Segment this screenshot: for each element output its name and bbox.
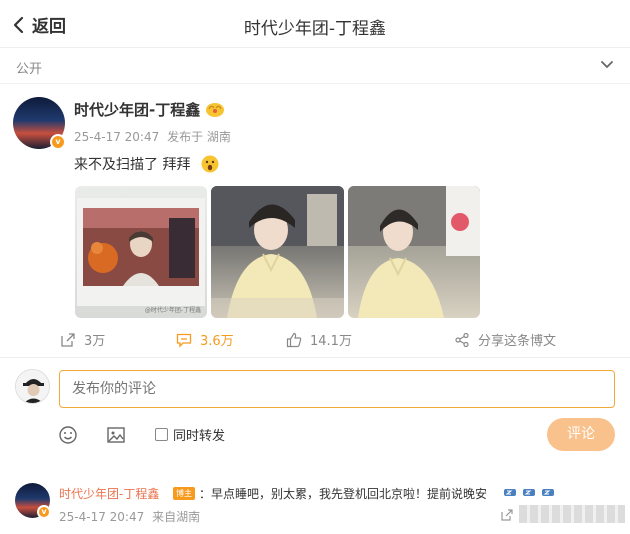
post-action-bar: 3万 3.6万 14.1万 分享这条博文 xyxy=(0,324,630,354)
visibility-bar[interactable]: 公开 xyxy=(0,48,630,84)
repost-checkbox[interactable] xyxy=(155,428,168,441)
page-title: 时代少年团-丁程鑫 xyxy=(243,19,387,39)
user-avatar[interactable] xyxy=(15,369,50,404)
post-image-1[interactable]: @时代少年团-丁程鑫 xyxy=(75,186,207,318)
comment-share-icon[interactable] xyxy=(500,508,514,522)
sleep-emoji-icon xyxy=(523,489,535,496)
repost-toggle[interactable]: 同时转发 xyxy=(155,425,225,444)
divider xyxy=(0,357,630,358)
sleep-emoji-icon xyxy=(504,489,516,496)
repost-button[interactable]: 3万 xyxy=(60,330,105,349)
verified-badge-icon: v xyxy=(50,134,66,150)
post-timestamp: 25-4-17 20:47 xyxy=(74,130,160,144)
chevron-down-icon[interactable] xyxy=(600,60,614,70)
post-image-3[interactable] xyxy=(348,186,480,318)
comment-author[interactable]: 时代少年团-丁程鑫 xyxy=(59,485,159,502)
comment-text: ：早点睡吧，别太累，我先登机回北京啦！提前说晚安 xyxy=(199,487,488,501)
comment-timestamp: 25-4-17 20:47 xyxy=(59,510,145,524)
hands-icon xyxy=(206,103,224,117)
comment-icon xyxy=(176,333,192,348)
like-count: 14.1万 xyxy=(310,334,352,349)
post-source: 发布于 湖南 xyxy=(167,130,231,144)
emoji-icon[interactable] xyxy=(58,425,78,445)
submit-comment-button[interactable]: 评论 xyxy=(547,418,615,451)
comment-button[interactable]: 3.6万 xyxy=(176,330,234,349)
author-badge: 博主 xyxy=(173,487,195,500)
repost-icon xyxy=(61,332,75,347)
user-avatar-art xyxy=(16,370,49,403)
share-icon xyxy=(455,332,469,347)
post-author-name[interactable]: 时代少年团-丁程鑫 xyxy=(74,99,200,120)
post-text: 来不及扫描了 拜拜 xyxy=(74,157,191,173)
share-button[interactable]: 分享这条博文 xyxy=(454,330,556,349)
like-button[interactable]: 14.1万 xyxy=(286,330,352,349)
comment-count: 3.6万 xyxy=(200,334,234,349)
thumbs-up-icon xyxy=(286,332,302,347)
comment-source: 来自湖南 xyxy=(152,510,201,524)
top-bar: 返回 时代少年团-丁程鑫 xyxy=(0,0,630,48)
photo-portrait-art xyxy=(211,186,344,318)
post-image-2[interactable] xyxy=(211,186,344,318)
image-watermark: @时代少年团-丁程鑫 xyxy=(145,306,201,314)
weibo-watermark xyxy=(519,505,625,523)
sleep-emoji-icon xyxy=(542,489,554,496)
post-meta: 25-4-17 20:47 发布于 湖南 xyxy=(74,128,231,145)
surprised-face-icon xyxy=(201,155,219,173)
commenter-verified-icon: v xyxy=(37,505,51,519)
comment-meta: 25-4-17 20:47 来自湖南 xyxy=(59,508,200,525)
repost-toggle-label: 同时转发 xyxy=(173,429,226,444)
share-label: 分享这条博文 xyxy=(478,334,557,349)
repost-count: 3万 xyxy=(84,334,106,349)
photo-frame-art: @时代少年团-丁程鑫 xyxy=(77,198,205,314)
image-upload-icon[interactable] xyxy=(106,425,126,445)
comment-input[interactable] xyxy=(59,370,615,408)
photo-portrait-art-2 xyxy=(348,186,480,318)
visibility-label: 公开 xyxy=(16,62,43,77)
